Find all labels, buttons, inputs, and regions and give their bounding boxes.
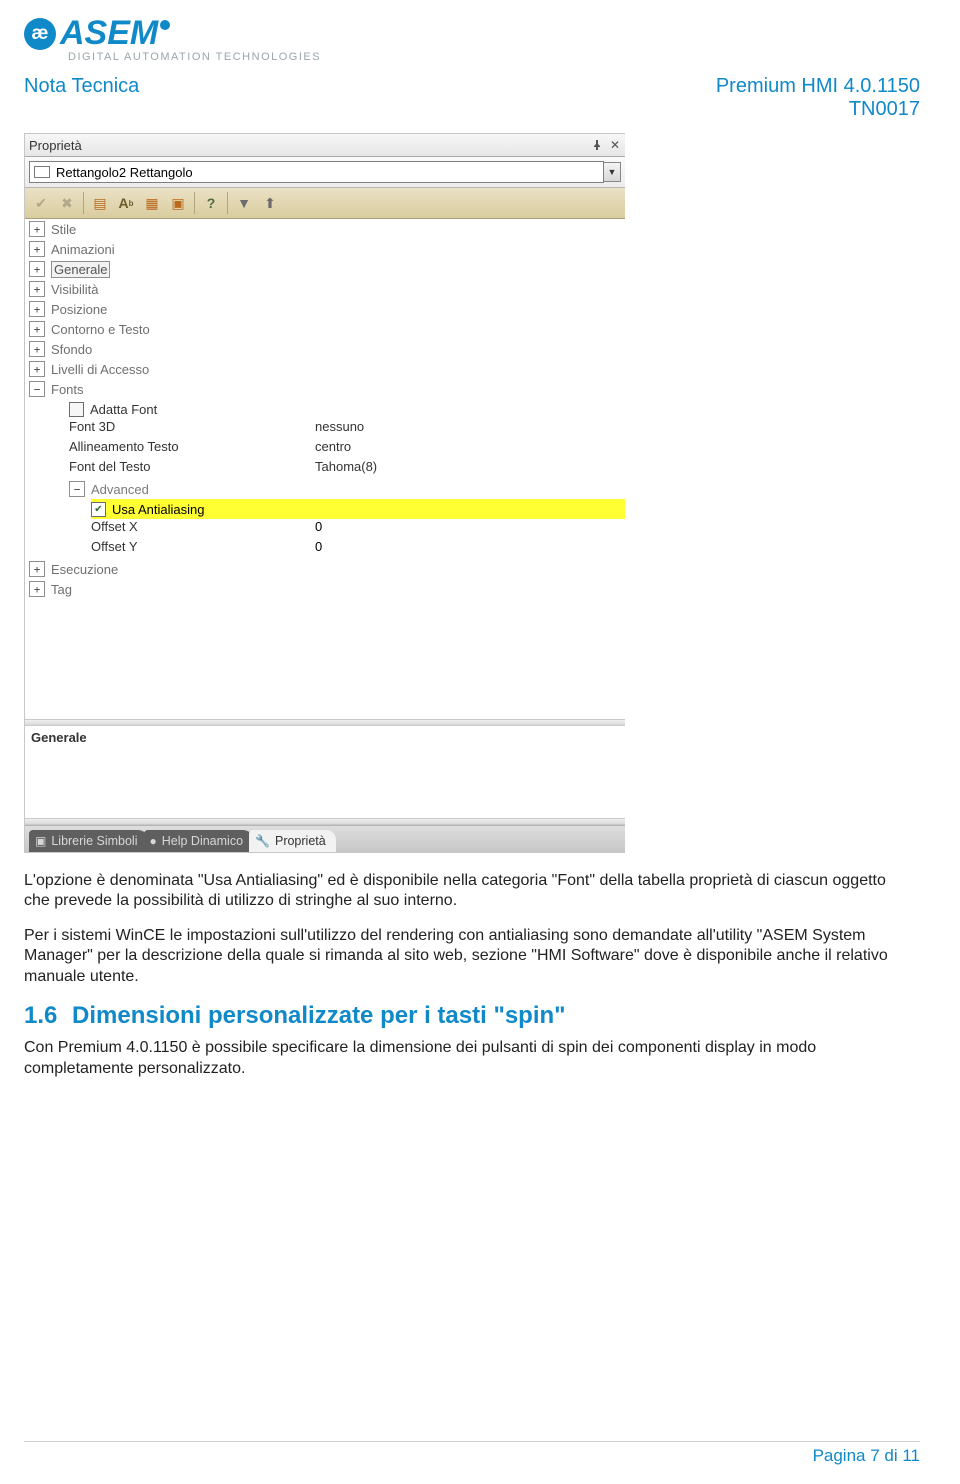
expand-plus-icon[interactable]: +: [29, 361, 45, 377]
tab-dynamic-help[interactable]: ●Help Dinamico: [144, 830, 254, 852]
expand-plus-icon[interactable]: +: [29, 261, 45, 277]
rectangle-icon: [34, 166, 50, 178]
filter-icon[interactable]: ▼: [232, 191, 256, 215]
doc-product: Premium HMI 4.0.1150: [716, 75, 920, 98]
paragraph: L'opzione è denominata "Usa Antialiasing…: [24, 871, 914, 912]
doc-code: TN0017: [716, 98, 920, 121]
object-selector-value: Rettangolo2 Rettangolo: [56, 165, 193, 180]
tree-item[interactable]: +Posizione: [25, 299, 625, 319]
object-selector[interactable]: Rettangolo2 Rettangolo: [29, 161, 604, 183]
logo-word: ASEM: [60, 14, 158, 53]
pin-icon[interactable]: [591, 139, 603, 151]
wrench-icon: 🔧: [255, 834, 270, 848]
page-icon[interactable]: ▦: [140, 191, 164, 215]
paragraph: Per i sistemi WinCE le impostazioni sull…: [24, 926, 914, 987]
section-title: Dimensioni personalizzate per i tasti "s…: [72, 1002, 566, 1029]
apply-icon[interactable]: ✔: [29, 191, 53, 215]
prop-font-3d[interactable]: Font 3Dnessuno: [69, 419, 625, 439]
tree-item-advanced[interactable]: −Advanced: [69, 479, 625, 499]
prop-adatta-font[interactable]: Adatta Font: [69, 399, 625, 419]
expand-plus-icon[interactable]: +: [29, 561, 45, 577]
up-arrow-icon[interactable]: ⬆: [258, 191, 282, 215]
tree-item-fonts[interactable]: −Fonts: [25, 379, 625, 399]
categorize-icon[interactable]: ▤: [88, 191, 112, 215]
page-number: Pagina 7 di 11: [813, 1446, 920, 1466]
paragraph: Con Premium 4.0.1150 è possibile specifi…: [24, 1038, 914, 1079]
expand-plus-icon[interactable]: +: [29, 581, 45, 597]
doc-type: Nota Tecnica: [24, 75, 139, 121]
prop-offset-y[interactable]: Offset Y0: [91, 539, 625, 559]
section-heading: 1.6Dimensioni personalizzate per i tasti…: [24, 1001, 914, 1032]
tree-item[interactable]: +Sfondo: [25, 339, 625, 359]
tab-symbol-libraries[interactable]: ▣Librerie Simboli: [29, 830, 148, 852]
expand-plus-icon[interactable]: +: [29, 301, 45, 317]
expand-plus-icon[interactable]: +: [29, 321, 45, 337]
panel-toolbar: ✔ ✖ ▤ Ab ▦ ▣ ? ▼ ⬆: [25, 188, 625, 219]
footer-divider: [24, 1441, 920, 1442]
tree-item[interactable]: +Contorno e Testo: [25, 319, 625, 339]
expand-plus-icon[interactable]: +: [29, 241, 45, 257]
help-circle-icon: ●: [150, 834, 157, 848]
expand-plus-icon[interactable]: +: [29, 221, 45, 237]
checkbox-icon[interactable]: [69, 402, 84, 417]
collapse-minus-icon[interactable]: −: [69, 481, 85, 497]
tree-item[interactable]: +Visibilità: [25, 279, 625, 299]
prop-use-antialiasing[interactable]: ✔Usa Antialiasing: [91, 499, 625, 519]
close-icon[interactable]: ✕: [609, 139, 621, 151]
tree-item[interactable]: +Tag: [25, 579, 625, 599]
tree-item[interactable]: +Stile: [25, 219, 625, 239]
tree-item[interactable]: +Animazioni: [25, 239, 625, 259]
panel-title: Proprietà: [29, 138, 82, 153]
tree-item[interactable]: +Esecuzione: [25, 559, 625, 579]
collapse-minus-icon[interactable]: −: [29, 381, 45, 397]
section-number: 1.6: [24, 1001, 72, 1032]
expand-plus-icon[interactable]: +: [29, 281, 45, 297]
tab-properties[interactable]: 🔧Proprietà: [249, 830, 336, 852]
chevron-down-icon[interactable]: ▼: [604, 162, 621, 182]
expand-plus-icon[interactable]: +: [29, 341, 45, 357]
prop-text-font[interactable]: Font del TestoTahoma(8): [69, 459, 625, 479]
logo: æ ASEM: [24, 14, 920, 53]
logo-dot-icon: [160, 20, 170, 30]
tree-item[interactable]: +Livelli di Accesso: [25, 359, 625, 379]
tree-item[interactable]: +Generale: [25, 259, 625, 279]
prop-offset-x[interactable]: Offset X0: [91, 519, 625, 539]
properties-panel: Proprietà ✕ Rettangolo2 Rettangolo ▼ ✔ ✖…: [24, 133, 625, 853]
expand-icon[interactable]: ▣: [166, 191, 190, 215]
book-icon: ▣: [35, 834, 46, 848]
alpha-sort-icon[interactable]: Ab: [114, 191, 138, 215]
logo-tagline: DIGITAL AUTOMATION TECHNOLOGIES: [68, 51, 920, 63]
prop-text-align[interactable]: Allineamento Testocentro: [69, 439, 625, 459]
cancel-icon[interactable]: ✖: [55, 191, 79, 215]
logo-ball-icon: æ: [24, 18, 56, 50]
checkbox-checked-icon[interactable]: ✔: [91, 502, 106, 517]
help-icon[interactable]: ?: [199, 191, 223, 215]
description-area: Generale: [25, 726, 625, 818]
